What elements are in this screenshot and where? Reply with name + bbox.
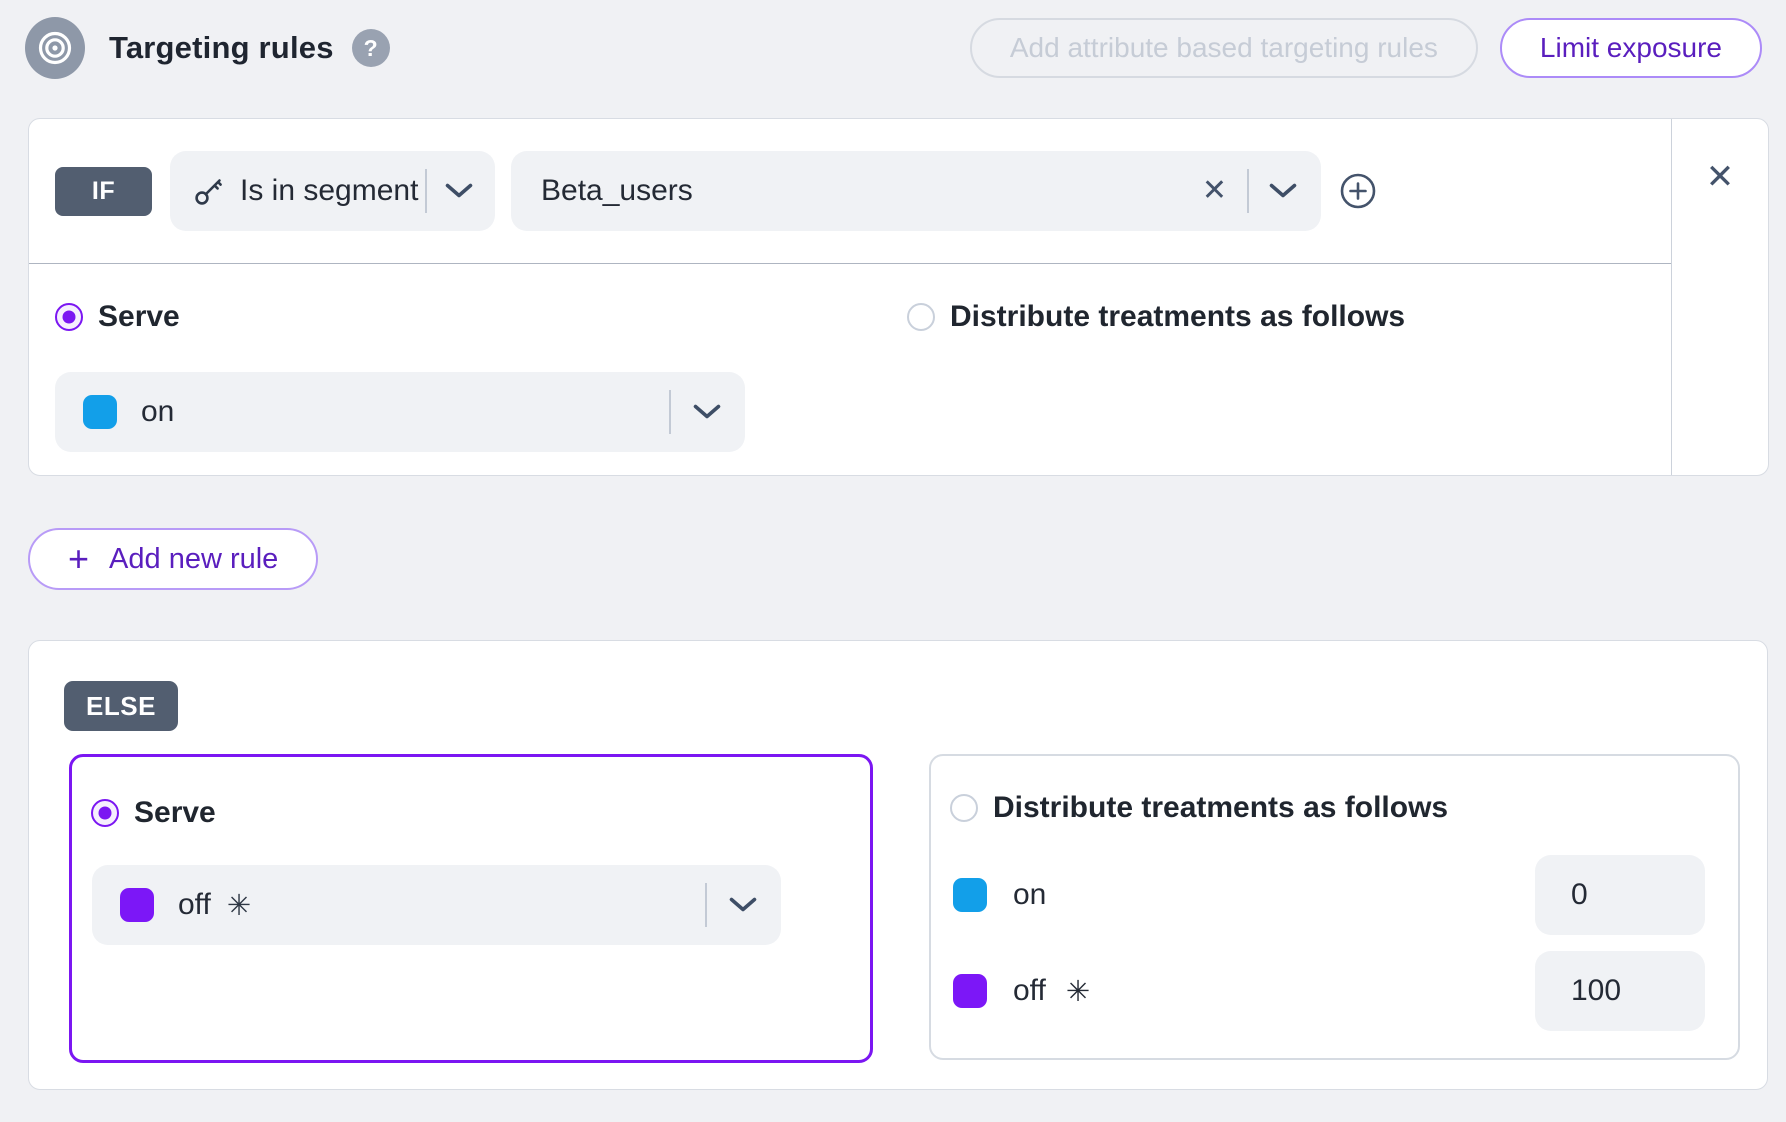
segment-select[interactable]: Beta_users ✕: [511, 151, 1321, 231]
targeting-rules-header: Targeting rules ? Add attribute based ta…: [25, 14, 1762, 82]
help-icon[interactable]: ?: [352, 29, 390, 67]
else-badge: ELSE: [64, 681, 178, 731]
segment-select-value: Beta_users: [541, 174, 693, 208]
targeting-rules-icon: [25, 17, 85, 79]
rule-card-rail: ✕: [1671, 119, 1768, 475]
treatment-name: off: [1013, 974, 1046, 1008]
else-distribute-radio-option[interactable]: Distribute treatments as follows: [950, 791, 1705, 825]
serve-radio-option[interactable]: Serve: [55, 300, 878, 334]
key-icon: [192, 174, 226, 208]
chevron-down-icon: [693, 404, 721, 420]
targeting-rule-card: IF Is in segment Beta_users ✕: [28, 118, 1769, 476]
serve-radio[interactable]: [55, 303, 83, 331]
treatment-color-swatch: [953, 878, 987, 912]
treatment-color-swatch: [953, 974, 987, 1008]
rule-serve-section: Serve on Distribute treatments as follow…: [29, 264, 1671, 452]
else-serve-radio[interactable]: [91, 799, 119, 827]
chevron-down-icon: [1269, 183, 1297, 199]
add-new-rule-label: Add new rule: [109, 543, 278, 576]
treatment-select[interactable]: on: [55, 372, 745, 452]
matcher-select-label: Is in segment: [240, 174, 418, 208]
matcher-select[interactable]: Is in segment: [170, 151, 495, 231]
treatment-percent-input[interactable]: [1535, 951, 1705, 1031]
add-attribute-rules-button[interactable]: Add attribute based targeting rules: [970, 18, 1478, 78]
limit-exposure-button[interactable]: Limit exposure: [1500, 18, 1762, 78]
distribute-radio-option[interactable]: Distribute treatments as follows: [907, 300, 1405, 334]
distribute-radio[interactable]: [907, 303, 935, 331]
treatment-name: on: [1013, 878, 1046, 912]
else-treatment-select[interactable]: off ✳: [92, 865, 781, 945]
page-title: Targeting rules: [109, 30, 334, 66]
delete-rule-icon[interactable]: ✕: [1698, 155, 1742, 199]
else-serve-box: Serve off ✳: [69, 754, 873, 1063]
else-distribute-label: Distribute treatments as follows: [993, 791, 1448, 825]
else-treatment-select-value: off: [178, 888, 211, 922]
treatment-select-value: on: [141, 395, 174, 429]
else-distribute-radio[interactable]: [950, 794, 978, 822]
else-distribute-box: Distribute treatments as follows on off …: [929, 754, 1740, 1060]
chevron-down-icon: [729, 897, 757, 913]
plus-icon: +: [68, 541, 89, 577]
chevron-down-icon: [445, 183, 473, 199]
treatment-row: off ✳: [950, 951, 1705, 1031]
default-treatment-icon: ✳: [1066, 974, 1090, 1009]
add-condition-icon[interactable]: [1337, 170, 1379, 212]
if-badge: IF: [55, 167, 152, 216]
treatment-color-swatch: [120, 888, 154, 922]
treatment-color-swatch: [83, 395, 117, 429]
clear-segment-icon[interactable]: ✕: [1202, 176, 1227, 206]
treatment-percent-input[interactable]: [1535, 855, 1705, 935]
serve-label: Serve: [98, 300, 180, 334]
default-treatment-icon: ✳: [227, 888, 251, 923]
rule-condition-row: IF Is in segment Beta_users ✕: [29, 119, 1671, 264]
else-serve-radio-option[interactable]: Serve: [91, 796, 850, 830]
else-rule-card: ELSE Serve off ✳ Distribute treatments a…: [28, 640, 1768, 1090]
else-serve-label: Serve: [134, 796, 216, 830]
distribute-label: Distribute treatments as follows: [950, 300, 1405, 334]
treatment-row: on: [950, 855, 1705, 935]
add-new-rule-button[interactable]: + Add new rule: [28, 528, 318, 590]
